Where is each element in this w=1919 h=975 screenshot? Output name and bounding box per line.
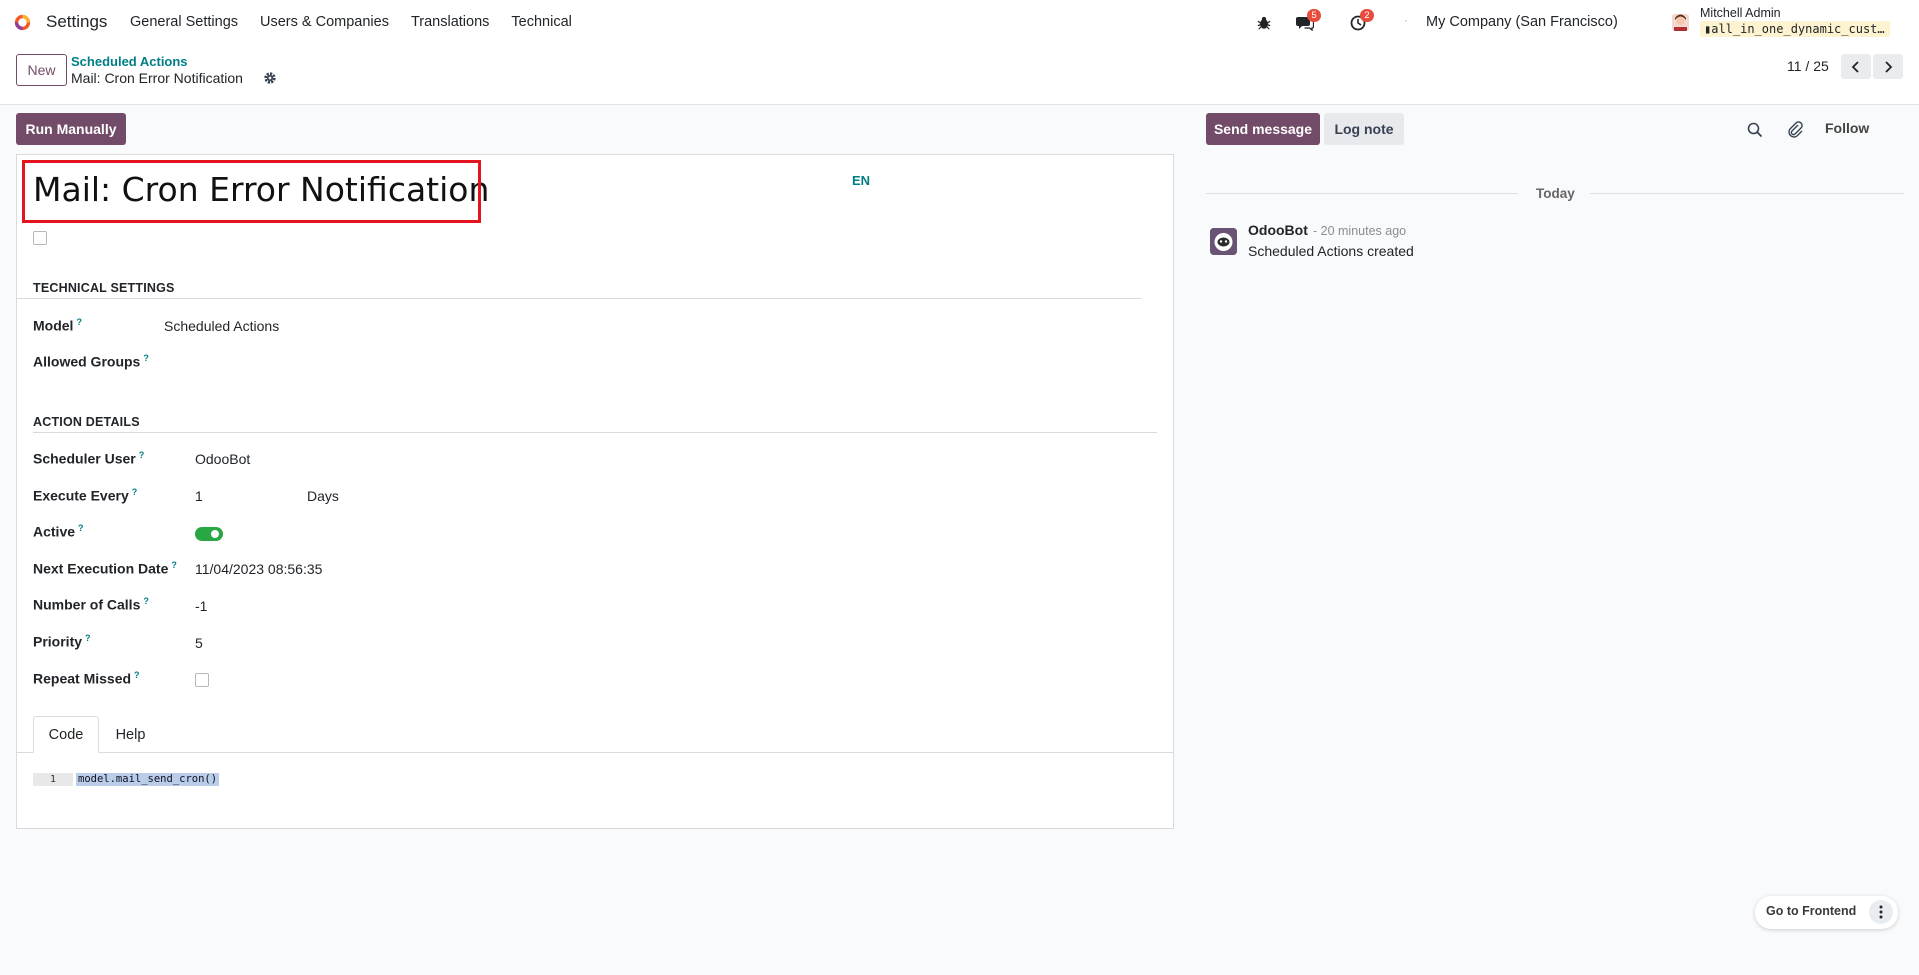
pager-value[interactable]: 11 / 25 <box>1787 58 1829 74</box>
number-of-calls-label: Number of Calls? <box>33 596 149 613</box>
gear-icon[interactable] <box>263 71 277 85</box>
menu-translations[interactable]: Translations <box>411 14 489 30</box>
number-of-calls-label-text: Number of Calls <box>33 596 141 613</box>
name-checkbox[interactable] <box>33 231 47 245</box>
today-divider-right <box>1590 193 1904 194</box>
execute-every-unit[interactable]: Days <box>307 488 339 504</box>
allowed-groups-label: Allowed Groups? <box>33 353 149 370</box>
breadcrumb-current-record: Mail: Cron Error Notification <box>71 70 243 86</box>
odoo-logo-icon[interactable] <box>14 14 31 31</box>
new-button[interactable]: New <box>16 54 67 86</box>
activities-count-badge: 2 <box>1360 9 1374 22</box>
model-label-text: Model <box>33 317 74 334</box>
priority-label-text: Priority <box>33 633 83 650</box>
scheduler-user-label: Scheduler User? <box>33 450 144 467</box>
more-options-button[interactable] <box>1869 900 1893 924</box>
active-toggle[interactable] <box>195 527 223 541</box>
allowed-groups-label-text: Allowed Groups <box>33 353 141 370</box>
company-switcher[interactable]: My Company (San Francisco) <box>1426 14 1618 30</box>
database-name-text: all_in_one_dynamic_cust… <box>1711 22 1885 36</box>
messages-icon[interactable]: 5 <box>1295 9 1321 33</box>
priority-value[interactable]: 5 <box>195 635 203 651</box>
top-navbar: Settings General Settings Users & Compan… <box>0 0 1919 45</box>
next-execution-date-label-text: Next Execution Date <box>33 560 169 577</box>
priority-help-icon[interactable]: ? <box>85 633 91 643</box>
code-editor-line[interactable]: model.mail_send_cron() <box>76 773 220 786</box>
tab-help[interactable]: Help <box>100 716 161 753</box>
execute-every-help-icon[interactable]: ? <box>132 487 138 497</box>
odoobot-avatar[interactable] <box>1210 228 1237 255</box>
message-author[interactable]: OdooBot <box>1248 222 1308 238</box>
repeat-missed-label: Repeat Missed? <box>33 670 140 687</box>
menu-users-companies[interactable]: Users & Companies <box>260 14 389 30</box>
go-to-frontend-button[interactable]: Go to Frontend <box>1766 904 1856 918</box>
tabs-divider <box>16 752 1174 753</box>
menu-general-settings[interactable]: General Settings <box>130 14 238 30</box>
user-name[interactable]: Mitchell Admin <box>1700 6 1781 20</box>
model-value[interactable]: Scheduled Actions <box>164 318 279 334</box>
message-time: - 20 minutes ago <box>1313 224 1407 238</box>
action-details-heading: ACTION DETAILS <box>33 415 140 429</box>
run-manually-button[interactable]: Run Manually <box>16 113 126 145</box>
today-divider-left <box>1206 193 1518 194</box>
chevron-left-icon <box>1851 60 1859 73</box>
repeat-missed-help-icon[interactable]: ? <box>134 670 140 680</box>
app-name[interactable]: Settings <box>46 12 107 32</box>
tab-code[interactable]: Code <box>33 716 99 753</box>
execute-every-number[interactable]: 1 <box>195 488 203 504</box>
vertical-ellipsis-icon <box>1879 905 1883 919</box>
pager-previous-button[interactable] <box>1841 54 1871 79</box>
active-label-text: Active <box>33 523 76 540</box>
allowed-groups-help-icon[interactable]: ? <box>143 353 149 363</box>
repeat-missed-label-text: Repeat Missed <box>33 670 132 687</box>
messages-count-badge: 5 <box>1307 9 1321 22</box>
chevron-right-icon <box>1885 60 1893 73</box>
scheduler-user-value[interactable]: OdooBot <box>195 451 250 467</box>
user-avatar[interactable] <box>1672 14 1689 31</box>
next-execution-date-label: Next Execution Date? <box>33 560 177 577</box>
menu-technical[interactable]: Technical <box>511 14 571 30</box>
main-menu: General Settings Users & Companies Trans… <box>130 14 594 30</box>
model-help-icon[interactable]: ? <box>76 317 82 327</box>
language-button[interactable]: EN <box>852 173 870 188</box>
code-line-number: 1 <box>33 773 73 786</box>
model-label: Model? <box>33 317 82 334</box>
debug-bug-icon[interactable] <box>1254 13 1274 33</box>
active-help-icon[interactable]: ? <box>78 523 84 533</box>
repeat-missed-checkbox[interactable] <box>195 673 209 687</box>
scheduler-user-label-text: Scheduler User <box>33 450 136 467</box>
follow-button[interactable]: Follow <box>1825 120 1869 136</box>
active-label: Active? <box>33 523 84 540</box>
next-execution-date-value[interactable]: 11/04/2023 08:56:35 <box>195 561 322 577</box>
log-note-button[interactable]: Log note <box>1324 113 1404 145</box>
control-panel: New Scheduled Actions Mail: Cron Error N… <box>0 45 1919 105</box>
form-sheet <box>16 154 1174 829</box>
section-divider <box>16 298 1141 299</box>
section-divider <box>33 432 1157 433</box>
technical-settings-heading: TECHNICAL SETTINGS <box>33 281 175 295</box>
separator-dot: · <box>1404 13 1408 27</box>
search-icon[interactable] <box>1746 121 1764 139</box>
title-highlight-box <box>22 160 481 223</box>
pager-next-button[interactable] <box>1873 54 1903 79</box>
priority-label: Priority? <box>33 633 91 650</box>
attachment-paperclip-icon[interactable] <box>1786 120 1804 138</box>
next-execution-help-icon[interactable]: ? <box>171 560 177 570</box>
number-of-calls-help-icon[interactable]: ? <box>143 596 149 606</box>
today-label: Today <box>1536 186 1575 201</box>
activities-clock-icon[interactable]: 2 <box>1348 9 1374 33</box>
scheduler-user-help-icon[interactable]: ? <box>139 450 145 460</box>
execute-every-label: Execute Every? <box>33 487 137 504</box>
message-body: Scheduled Actions created <box>1248 243 1414 259</box>
number-of-calls-value[interactable]: -1 <box>195 598 207 614</box>
execute-every-label-text: Execute Every <box>33 487 129 504</box>
send-message-button[interactable]: Send message <box>1206 113 1320 145</box>
breadcrumb-scheduled-actions[interactable]: Scheduled Actions <box>71 54 188 69</box>
database-name: ▮all_in_one_dynamic_cust… <box>1700 21 1890 37</box>
